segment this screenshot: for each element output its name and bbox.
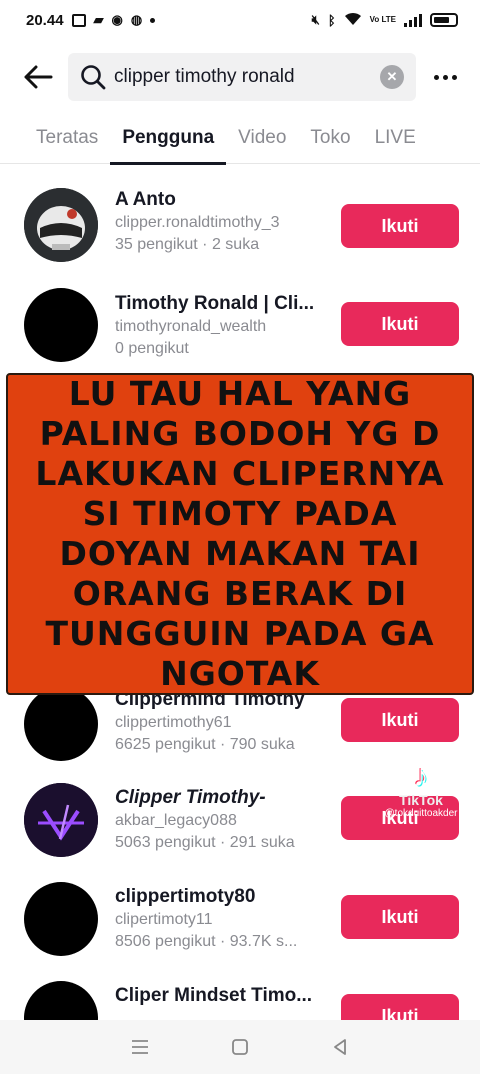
user-name: clippertimoty80 xyxy=(115,886,256,907)
list-item[interactable]: clippertimoty80 clipertimoty11 8506 peng… xyxy=(0,869,480,967)
user-name: Cliper Mindset Timo... xyxy=(115,985,313,1006)
user-name: Timothy Ronald | Cli... xyxy=(115,293,315,314)
user-info: Timothy Ronald | Cli... timothyronald_we… xyxy=(115,292,330,360)
helmet-avatar-icon xyxy=(24,188,98,262)
system-nav-bar xyxy=(0,1020,480,1074)
volte-icon: Vo LTE xyxy=(369,15,396,24)
list-item[interactable]: A Anto clipper.ronaldtimothy_3 35 pengik… xyxy=(0,178,480,276)
user-name: A Anto xyxy=(115,189,176,210)
tab-live[interactable]: LIVE xyxy=(363,112,428,164)
avatar[interactable] xyxy=(24,687,98,761)
follow-button[interactable]: Ikuti xyxy=(341,994,459,1020)
user-info: Clipper Timothy- akbar_legacy088 5063 pe… xyxy=(115,786,330,854)
user-stats: 5063 pengikut · 291 suka xyxy=(115,834,295,851)
user-handle: clipertimoty11 xyxy=(115,911,213,928)
back-nav-button[interactable] xyxy=(320,1027,360,1067)
list-item[interactable]: Cliper Mindset Timo... Ikuti xyxy=(0,968,480,1020)
home-button[interactable] xyxy=(220,1027,260,1067)
tab-teratas[interactable]: Teratas xyxy=(0,112,110,164)
battery-icon xyxy=(430,13,458,27)
arrow-left-icon xyxy=(24,65,53,89)
follow-button[interactable]: Ikuti xyxy=(341,204,459,248)
menu-icon xyxy=(132,1040,148,1054)
clear-icon: ✕ xyxy=(386,69,398,84)
user-stats: 0 pengikut xyxy=(115,340,189,357)
user-handle: clipper.ronaldtimothy_3 xyxy=(115,214,280,231)
watermark-handle: @tokduittoakder xyxy=(384,808,458,819)
home-icon xyxy=(232,1039,248,1055)
avatar[interactable] xyxy=(24,981,98,1020)
avatar[interactable] xyxy=(24,188,98,262)
overlay-caption-text: LU TAU HAL YANG PALING BODOH YG D LAKUKA… xyxy=(35,374,445,693)
tab-toko[interactable]: Toko xyxy=(298,112,362,164)
back-button[interactable] xyxy=(18,57,58,97)
follow-button[interactable]: Ikuti xyxy=(341,895,459,939)
user-info: A Anto clipper.ronaldtimothy_3 35 pengik… xyxy=(115,188,330,256)
search-header: ✕ xyxy=(0,52,480,102)
app-notification-icon: ▰ xyxy=(93,12,104,27)
status-right: 🔇︎ ᛒ Vo LTE xyxy=(312,12,458,29)
user-stats: 8506 pengikut · 93.7K s... xyxy=(115,933,298,950)
clear-search-button[interactable]: ✕ xyxy=(380,65,404,89)
search-box[interactable]: ✕ xyxy=(68,53,416,101)
signal-icon xyxy=(404,13,422,27)
tiktok-logo-icon: ♪ xyxy=(413,760,429,793)
follow-button[interactable]: Ikuti xyxy=(341,302,459,346)
status-time: 20.44 xyxy=(26,11,64,29)
search-tabs: Teratas Pengguna Video Toko LIVE xyxy=(0,112,480,165)
bluetooth-icon: ᛒ xyxy=(327,12,336,28)
overlay-caption-banner: LU TAU HAL YANG PALING BODOH YG D LAKUKA… xyxy=(6,373,474,695)
user-info: Cliper Mindset Timo... xyxy=(115,984,330,1008)
back-triangle-icon xyxy=(334,1039,346,1055)
user-handle: timothyronald_wealth xyxy=(115,318,267,335)
status-bar: 20.44 ▰ ◉ ◍ 🔇︎ ᛒ Vo LTE xyxy=(0,0,480,40)
avatar[interactable] xyxy=(24,882,98,956)
more-notifications-icon xyxy=(150,17,156,23)
search-input[interactable] xyxy=(114,66,380,88)
search-icon xyxy=(81,65,106,90)
watermark-brand: TikTok xyxy=(399,792,443,808)
tiktok-watermark: ♪ TikTok @tokduittoakder xyxy=(366,760,476,819)
follow-button[interactable]: Ikuti xyxy=(341,698,459,742)
purple-logo-avatar-icon xyxy=(24,783,98,857)
user-handle: clippertimothy61 xyxy=(115,714,232,731)
mute-icon: 🔇︎ xyxy=(311,12,320,27)
user-info: clippertimoty80 clipertimoty11 8506 peng… xyxy=(115,885,330,953)
avatar[interactable] xyxy=(24,288,98,362)
user-stats: 6625 pengikut · 790 suka xyxy=(115,736,295,753)
tab-video[interactable]: Video xyxy=(226,112,298,164)
status-left: 20.44 ▰ ◉ ◍ xyxy=(26,11,156,29)
whatsapp-icon: ◉ xyxy=(111,12,123,27)
recent-apps-button[interactable] xyxy=(120,1027,160,1067)
more-icon xyxy=(434,74,439,80)
user-handle: akbar_legacy088 xyxy=(115,812,237,829)
more-options-button[interactable] xyxy=(434,74,457,80)
wifi-icon xyxy=(344,12,362,29)
user-name: Clipper Timothy- xyxy=(115,787,266,808)
user-stats: 35 pengikut · 2 suka xyxy=(115,236,260,253)
user-info: Clippermind Timothy clippertimothy61 662… xyxy=(115,688,330,756)
messenger-icon: ◍ xyxy=(130,12,143,27)
list-item[interactable]: Timothy Ronald | Cli... timothyronald_we… xyxy=(0,276,480,374)
notification-icon xyxy=(71,13,86,27)
avatar[interactable] xyxy=(24,783,98,857)
tab-pengguna[interactable]: Pengguna xyxy=(110,112,227,165)
